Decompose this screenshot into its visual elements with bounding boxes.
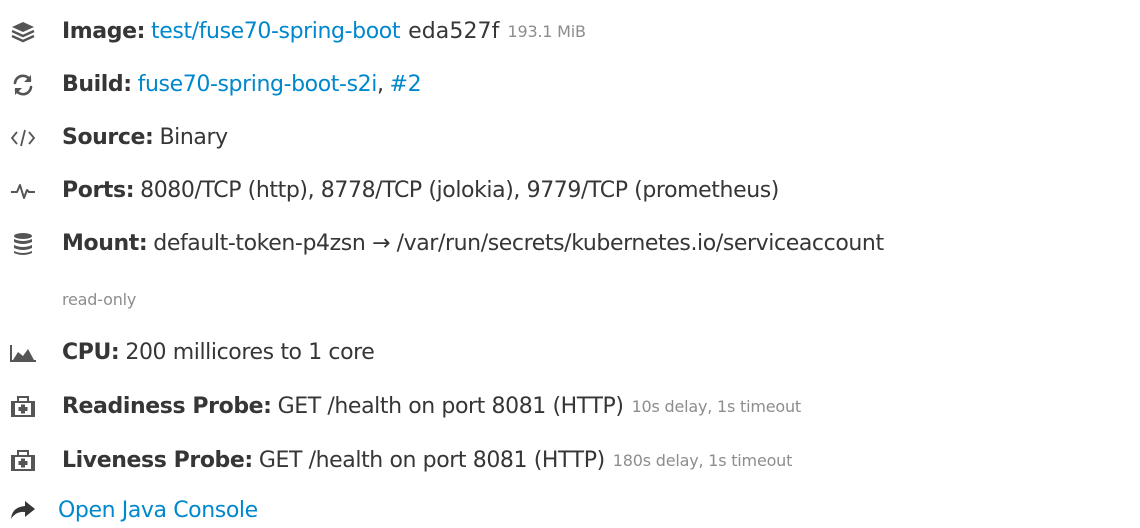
medkit-icon [8,447,38,475]
mount-value: default-token-p4zsn → /var/run/secrets/k… [153,231,884,256]
build-row: Build: fuse70-spring-boot-s2i , #2 [8,67,422,103]
open-java-console-row: Open Java Console [8,492,258,528]
cpu-label: CPU: [62,340,120,365]
image-label: Image: [62,19,146,44]
build-config-link[interactable]: fuse70-spring-boot-s2i [138,74,378,96]
container-details: Image: test/fuse70-spring-boot eda527f 1… [0,0,1140,527]
ports-row: Ports: 8080/TCP (http), 8778/TCP (joloki… [8,173,779,209]
image-link[interactable]: test/fuse70-spring-boot [151,21,400,43]
source-row: Source: Binary [8,120,228,156]
mount-readonly-note: read-only [62,289,137,309]
share-arrow-icon [8,496,38,524]
refresh-icon [8,71,38,99]
ports-value: 8080/TCP (http), 8778/TCP (jolokia), 977… [140,178,779,203]
cpu-value: 200 millicores to 1 core [125,340,375,365]
code-icon [8,124,38,152]
build-separator: , [376,72,384,97]
pulse-icon [8,177,38,205]
readiness-timing: 10s delay, 1s timeout [631,397,802,416]
area-chart-icon [8,339,38,367]
liveness-value: GET /health on port 8081 (HTTP) [258,448,605,473]
liveness-timing: 180s delay, 1s timeout [612,451,793,470]
readiness-probe-row: Readiness Probe: GET /health on port 808… [8,389,801,425]
database-icon [8,230,38,258]
source-label: Source: [62,125,154,150]
image-size: 193.1 MiB [507,22,586,41]
readiness-label: Readiness Probe: [62,394,272,419]
mount-row: Mount: default-token-p4zsn → /var/run/se… [8,226,884,262]
image-id: eda527f [408,19,500,44]
liveness-probe-row: Liveness Probe: GET /health on port 8081… [8,443,792,479]
cpu-row: CPU: 200 millicores to 1 core [8,335,375,371]
ports-label: Ports: [62,178,135,203]
image-row: Image: test/fuse70-spring-boot eda527f 1… [8,14,586,50]
mount-label: Mount: [62,231,148,256]
liveness-label: Liveness Probe: [62,448,253,473]
layers-icon [8,18,38,46]
open-java-console-link[interactable]: Open Java Console [58,498,258,523]
medkit-icon [8,393,38,421]
build-label: Build: [62,72,132,97]
readiness-value: GET /health on port 8081 (HTTP) [277,394,624,419]
source-value: Binary [159,125,228,150]
build-number-link[interactable]: #2 [390,74,422,96]
